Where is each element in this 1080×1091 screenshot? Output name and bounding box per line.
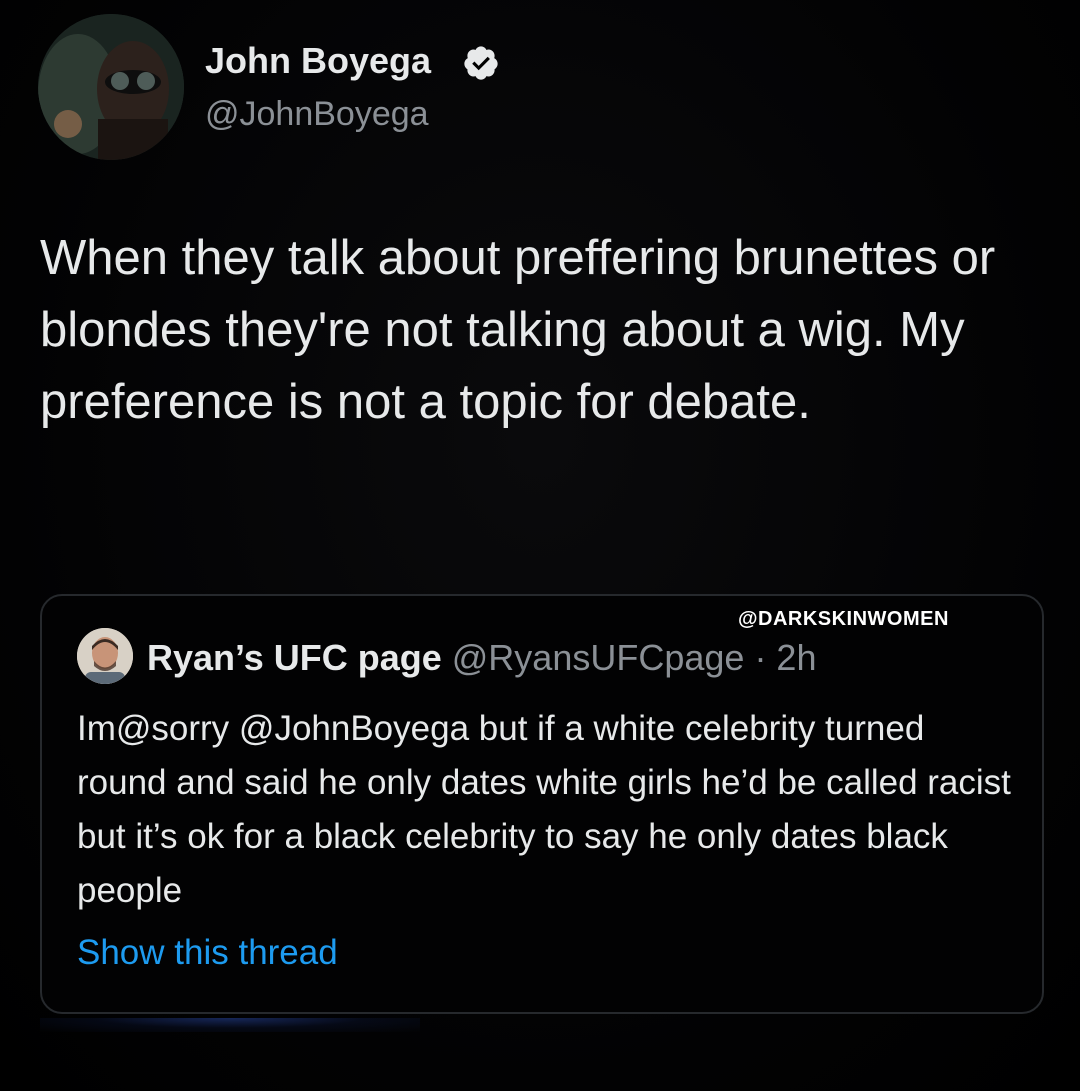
bottom-glow-decoration [40, 1018, 420, 1032]
verified-badge-icon [464, 46, 498, 80]
quoted-tweet-time: · 2h [754, 637, 817, 678]
quoted-author-avatar-image [77, 628, 133, 684]
tweet: John Boyega @JohnBoyega When they talk a… [0, 0, 1080, 1091]
show-thread-link[interactable]: Show this thread [77, 933, 338, 973]
quoted-tweet-header: Ryan’s UFC page @RyansUFCpage · 2h [147, 637, 816, 679]
watermark: @DARKSKINWOMEN [738, 608, 949, 630]
author-handle[interactable]: @JohnBoyega [205, 95, 429, 134]
quoted-author-name[interactable]: Ryan’s UFC page [147, 637, 442, 678]
quoted-author-handle[interactable]: @RyansUFCpage [452, 637, 745, 678]
quoted-tweet-text: Im@sorry @JohnBoyega but if a white cele… [77, 709, 1011, 910]
author-avatar[interactable] [38, 14, 184, 160]
author-name[interactable]: John Boyega [205, 40, 431, 82]
tweet-text: When they talk about preffering brunette… [40, 231, 996, 429]
author-avatar-image [38, 14, 184, 160]
quoted-author-avatar[interactable] [77, 628, 133, 684]
